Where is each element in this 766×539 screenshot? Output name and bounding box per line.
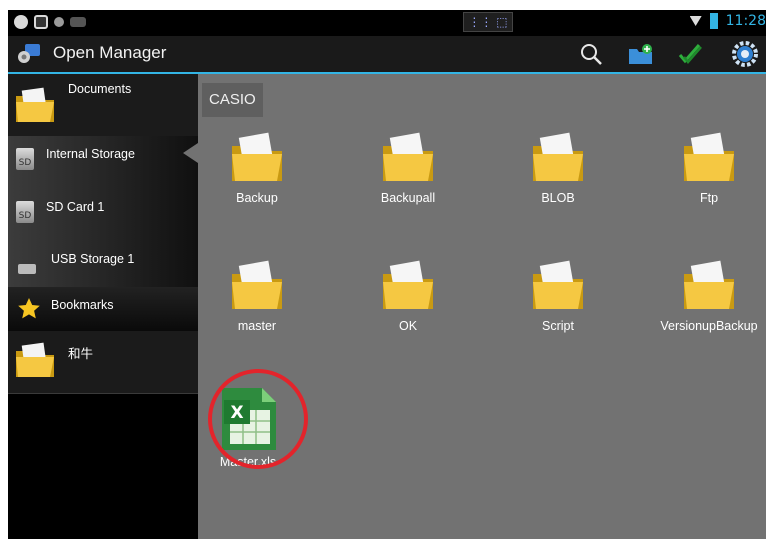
folder-name: Backupall — [380, 191, 436, 205]
app-logo-icon[interactable] — [18, 42, 42, 66]
clock: 11:28 — [725, 13, 766, 29]
settings-icon — [732, 41, 758, 67]
folder-name: Backup — [236, 191, 278, 205]
sidebar-item-label: SD Card 1 — [46, 200, 105, 214]
new-folder-icon — [629, 44, 652, 64]
multi-select-button[interactable] — [676, 40, 706, 68]
sidebar-item-documents[interactable]: Documents — [8, 74, 198, 137]
sidebar-item-label: Bookmarks — [51, 298, 114, 312]
folder-tile-blob[interactable]: BLOB — [483, 130, 633, 240]
keyboard-indicator[interactable]: ⋮⋮ ⬚ ∨ — [463, 12, 513, 47]
eye-icon — [14, 15, 28, 29]
sidebar-item-internal-storage[interactable]: SD Internal Storage — [8, 136, 198, 190]
highlight-circle — [208, 369, 308, 469]
folder-icon — [232, 132, 282, 181]
folder-icon — [533, 260, 583, 309]
wifi-icon — [70, 17, 86, 27]
sidebar-item-label: 和牛 — [68, 347, 94, 361]
folder-tile-script[interactable]: Script — [483, 258, 633, 368]
app-title: Open Manager — [53, 43, 167, 62]
folder-icon — [684, 260, 734, 309]
folder-icon — [533, 132, 583, 181]
sidebar-item-label: USB Storage 1 — [51, 252, 135, 266]
sidebar-item-label: Internal Storage — [46, 147, 135, 161]
folder-icon — [16, 87, 54, 122]
sidebar-item-sd-card-1[interactable]: SD SD Card 1 — [8, 189, 198, 242]
folder-icon — [16, 342, 54, 377]
action-bar: Open Manager — [8, 36, 766, 74]
search-button[interactable] — [576, 40, 606, 68]
folder-icon — [383, 132, 433, 181]
sd-card-icon: SD — [16, 201, 34, 223]
notification-icons — [14, 15, 86, 29]
folder-name: BLOB — [541, 191, 575, 205]
folder-tile-ok[interactable]: OK — [333, 258, 483, 368]
folder-name: master — [237, 319, 277, 333]
folder-name: OK — [398, 319, 418, 333]
folder-tile-backupall[interactable]: Backupall — [333, 130, 483, 240]
file-grid: CASIO Backup Backupall BLOB Ftp master O… — [198, 74, 766, 539]
sidebar-item-bookmarks[interactable]: Bookmarks — [8, 287, 198, 332]
star-icon — [18, 298, 40, 319]
folder-tile-backup[interactable]: Backup — [182, 130, 332, 240]
system-icons: 11:28 — [689, 13, 766, 29]
sidebar-item-bookmark-wagyu[interactable]: 和牛 — [8, 331, 198, 394]
sidebar-item-usb-storage-1[interactable]: USB Storage 1 — [8, 241, 198, 288]
screenshot-icon — [34, 15, 48, 29]
folder-name: VersionupBackup — [660, 319, 758, 333]
folder-icon — [684, 132, 734, 181]
folder-icon — [232, 260, 282, 309]
folder-icon — [383, 260, 433, 309]
folder-tile-versionupbackup[interactable]: VersionupBackup — [634, 258, 766, 368]
status-bar: ⋮⋮ ⬚ ∨ 11:28 — [8, 10, 766, 47]
search-icon — [581, 44, 602, 65]
notification-dot-icon — [54, 17, 64, 27]
sidebar-item-label: Documents — [68, 82, 132, 96]
folder-name: Ftp — [699, 191, 719, 205]
settings-button[interactable] — [730, 40, 760, 68]
device-screen: ⋮⋮ ⬚ ∨ 11:28 Open Manager — [8, 10, 766, 539]
new-folder-button[interactable] — [626, 40, 656, 68]
folder-name: Script — [542, 319, 574, 333]
folder-tile-master[interactable]: master — [182, 258, 332, 368]
signal-icon — [689, 16, 702, 26]
sd-card-icon: SD — [16, 148, 34, 170]
sidebar: Documents SD Internal Storage SD SD Card… — [8, 74, 198, 539]
breadcrumb[interactable]: CASIO — [202, 83, 263, 117]
folder-tile-ftp[interactable]: Ftp — [634, 130, 766, 240]
battery-icon — [709, 13, 718, 29]
multi-select-icon — [678, 44, 702, 64]
usb-icon — [18, 264, 36, 274]
